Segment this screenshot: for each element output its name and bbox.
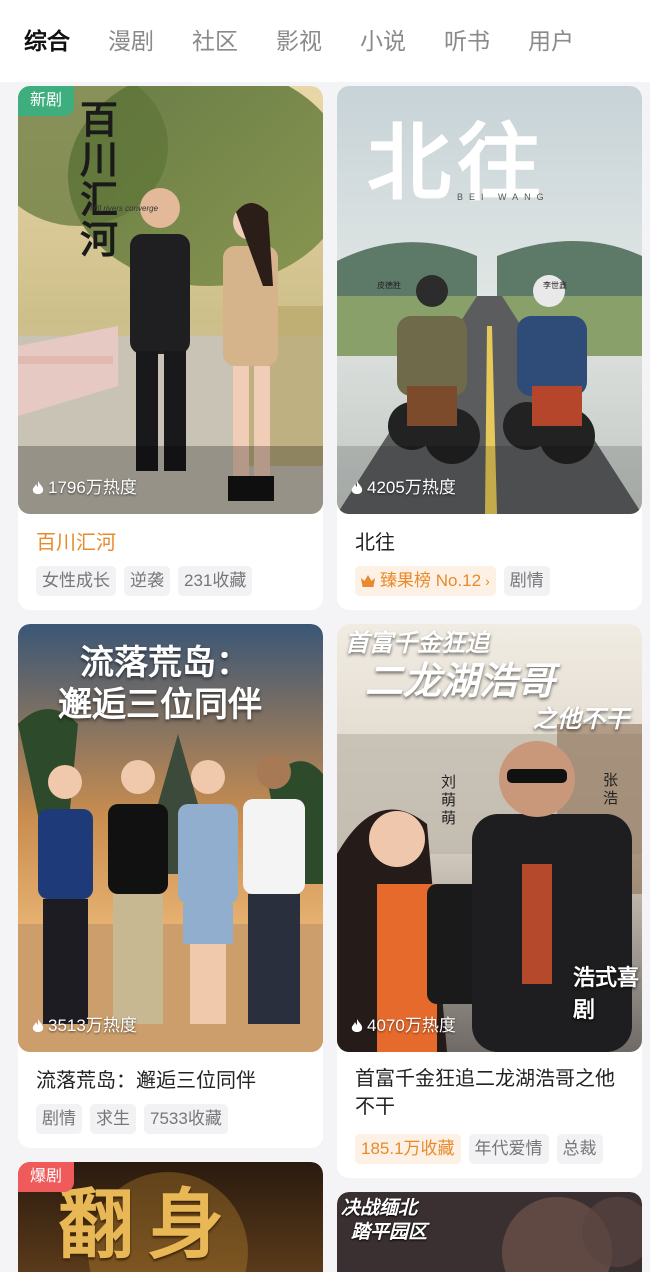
poster-title-line: 之他不干: [533, 704, 629, 733]
heat-count: 4205万热度: [367, 478, 456, 497]
hot-drama-badge: 爆剧: [18, 1162, 75, 1192]
tab-comprehensive[interactable]: 综合: [24, 24, 70, 58]
collect-count: 231收藏: [178, 566, 253, 596]
actor-name-label: 张浩: [603, 772, 619, 807]
tag-list: 女性成长 逆袭 231收藏: [36, 566, 260, 596]
flame-icon: [351, 480, 363, 494]
actor-name-label: 皮德胜: [377, 281, 401, 290]
heat-count: 1796万热度: [48, 478, 137, 497]
tag-list: 185.1万收藏 年代爱情 总裁: [355, 1134, 611, 1164]
collect-count: 7533收藏: [144, 1104, 228, 1134]
poster-title-line: 踏平园区: [351, 1221, 428, 1243]
drama-card[interactable]: 流落荒岛： 邂逅三位同伴 3513万热度 流落荒岛：邂逅三位同伴 剧情 求生 7…: [18, 624, 323, 1148]
heat-indicator: 4205万热度: [351, 477, 456, 499]
poster-title-text: 决战缅北 踏平园区: [341, 1196, 427, 1244]
heat-indicator: 3513万热度: [32, 1015, 137, 1037]
category-tabs: 综合 漫剧 社区 影视 小说 听书 用户: [24, 24, 612, 58]
tag[interactable]: 剧情: [36, 1104, 82, 1134]
actor-name-label: 李世鑫: [543, 281, 567, 290]
flame-icon: [32, 480, 44, 494]
poster-title-text: 流落荒岛： 邂逅三位同伴: [58, 642, 262, 726]
drama-card[interactable]: 翻身 爆剧: [18, 1162, 323, 1272]
poster-title-text: 百川汇河: [80, 97, 119, 262]
drama-card[interactable]: 北往 BEI WANG 皮德胜 李世鑫 4205万热度 北往 臻果榜 No.12…: [337, 86, 642, 610]
poster-stamp-text: 浩式喜剧: [573, 965, 640, 1023]
tag-list: 剧情 求生 7533收藏: [36, 1104, 236, 1134]
poster-title-line: 首富千金狂追: [345, 628, 489, 657]
poster-title-line: 邂逅三位同伴: [58, 685, 262, 725]
tag[interactable]: 逆袭: [124, 566, 170, 596]
poster-title-line: 二龙湖浩哥: [365, 658, 556, 703]
chevron-right-icon: ›: [485, 573, 490, 589]
tag-list: 臻果榜 No.12 › 剧情: [355, 566, 558, 596]
poster-image[interactable]: 百川汇河 Hill rivers converge 1796万热度: [18, 86, 323, 514]
rank-badge[interactable]: 臻果榜 No.12 ›: [355, 566, 496, 596]
drama-card[interactable]: 百川汇河 Hill rivers converge 1796万热度 新剧 百川汇…: [18, 86, 323, 610]
drama-title[interactable]: 百川汇河: [36, 529, 309, 557]
tab-novel[interactable]: 小说: [360, 24, 406, 58]
poster-title-text: 首富千金狂追 二龙湖浩哥 之他不干: [345, 628, 635, 734]
poster-title-line: 流落荒岛：: [80, 643, 250, 683]
poster-title-line: 决战缅北: [341, 1197, 418, 1219]
heat-count: 3513万热度: [48, 1016, 137, 1035]
tag[interactable]: 年代爱情: [468, 1134, 549, 1164]
new-drama-badge: 新剧: [18, 86, 75, 116]
drama-title[interactable]: 北往: [355, 529, 628, 557]
tab-animated-drama[interactable]: 漫剧: [108, 24, 154, 58]
poster-image[interactable]: 流落荒岛： 邂逅三位同伴 3513万热度: [18, 624, 323, 1052]
heat-indicator: 4070万热度: [351, 1015, 456, 1037]
poster-subtitle-text: Hill rivers converge: [90, 204, 159, 213]
drama-title[interactable]: 流落荒岛：邂逅三位同伴: [36, 1067, 309, 1095]
poster-image[interactable]: 北往 BEI WANG 皮德胜 李世鑫 4205万热度: [337, 86, 642, 514]
poster-title-text: 翻身: [58, 1180, 238, 1269]
tab-community[interactable]: 社区: [192, 24, 238, 58]
tag[interactable]: 剧情: [503, 566, 550, 596]
actor-name-label: 刘萌萌: [441, 774, 457, 827]
poster-image[interactable]: 决战缅北 踏平园区: [337, 1192, 642, 1272]
drama-title[interactable]: 首富千金狂追二龙湖浩哥之他不干: [355, 1065, 628, 1121]
tab-audiobook[interactable]: 听书: [444, 24, 490, 58]
tag[interactable]: 女性成长: [36, 566, 116, 596]
heat-indicator: 1796万热度: [32, 477, 137, 499]
tag[interactable]: 求生: [90, 1104, 136, 1134]
poster-image[interactable]: 首富千金狂追 二龙湖浩哥 之他不干 刘萌萌 张浩 浩式喜剧 4070万热度: [337, 624, 642, 1052]
flame-icon: [351, 1018, 363, 1032]
drama-card[interactable]: 首富千金狂追 二龙湖浩哥 之他不干 刘萌萌 张浩 浩式喜剧 4070万热度 首富…: [337, 624, 642, 1178]
collect-count: 185.1万收藏: [355, 1134, 461, 1164]
rank-label: 臻果榜 No.12: [380, 571, 482, 590]
poster-subtitle-text: BEI WANG: [457, 192, 550, 202]
flame-icon: [32, 1018, 44, 1032]
top-tab-bar: 综合 漫剧 社区 影视 小说 听书 用户: [0, 0, 650, 82]
tab-film-tv[interactable]: 影视: [276, 24, 322, 58]
drama-card[interactable]: 决战缅北 踏平园区: [337, 1192, 642, 1272]
crown-icon: [361, 575, 375, 587]
heat-count: 4070万热度: [367, 1016, 456, 1035]
tab-users[interactable]: 用户: [528, 24, 574, 58]
tag[interactable]: 总裁: [556, 1134, 603, 1164]
